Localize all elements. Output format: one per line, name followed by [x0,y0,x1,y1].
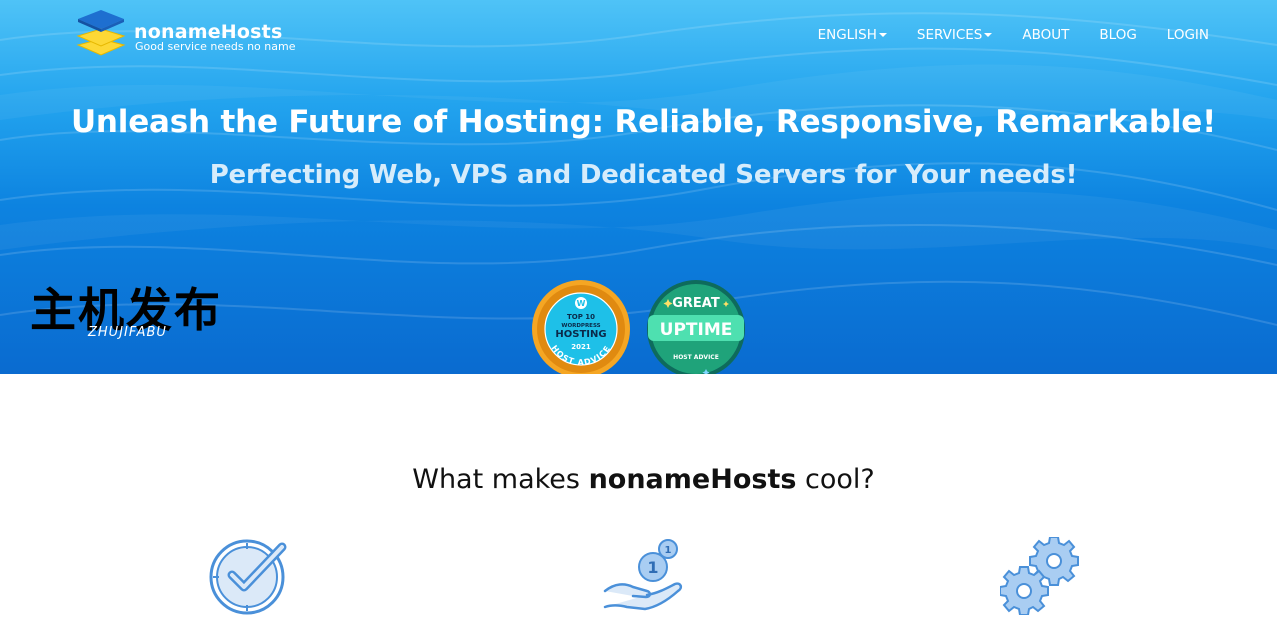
features-title: What makes nonameHosts cool? [0,464,1277,495]
nav-item-label: ABOUT [1022,27,1070,43]
badge2-main: UPTIME [660,320,733,340]
features-title-brand: nonameHosts [588,464,797,495]
badge2-top: GREAT [672,296,720,311]
nav-item-label: ENGLISH [817,27,877,43]
top10-wordpress-badge: W TOP 10 WORDPRESS HOSTING 2021 HOST ADV… [532,280,630,374]
coin-small-number: 1 [665,545,672,556]
coin-number: 1 [647,558,658,577]
main-nav: ENGLISH SERVICES ABOUT BLOG LOGIN [818,27,1209,43]
nav-item-login[interactable]: LOGIN [1167,27,1209,43]
hand-coin-icon: 1 1 [603,539,683,611]
nav-item-services[interactable]: SERVICES [916,27,993,43]
badge1-line3: HOSTING [555,329,606,340]
watermark-logo: 主机发布 ZHUJIFABU [30,282,235,342]
nav-item-label: BLOG [1099,27,1137,43]
nav-item-english[interactable]: ENGLISH [818,27,887,43]
brand-tagline: Good service needs no name [135,40,296,53]
hero-subheadline: Perfecting Web, VPS and Dedicated Server… [209,160,1078,190]
brand-logo[interactable]: nonameHosts Good service needs no name [75,9,315,59]
hero-headline: Unleash the Future of Hosting: Reliable,… [70,104,1217,140]
nav-item-about[interactable]: ABOUT [1022,27,1069,43]
hero-banner: nonameHosts Good service needs no name E… [0,0,1277,374]
wordpress-icon: W [575,297,587,309]
features-title-pre: What makes [412,464,589,495]
badge1-line1: TOP 10 [567,313,595,321]
logo-stack-icon [76,10,126,56]
clock-check-icon [209,539,287,615]
nav-item-blog[interactable]: BLOG [1099,27,1136,43]
gears-icon [1000,537,1079,615]
svg-text:W: W [577,299,586,308]
badge2-bottom: HOST ADVICE [673,354,719,361]
nav-item-label: LOGIN [1166,27,1209,43]
caret-down-icon [878,33,887,37]
features-title-post: cool? [796,464,875,495]
caret-down-icon [984,33,993,37]
watermark-pinyin-text: ZHUJIFABU [88,325,167,340]
nav-item-label: SERVICES [916,27,983,43]
badge1-year: 2021 [571,343,591,351]
great-uptime-badge: GREAT UPTIME HOST ADVICE [647,280,745,374]
